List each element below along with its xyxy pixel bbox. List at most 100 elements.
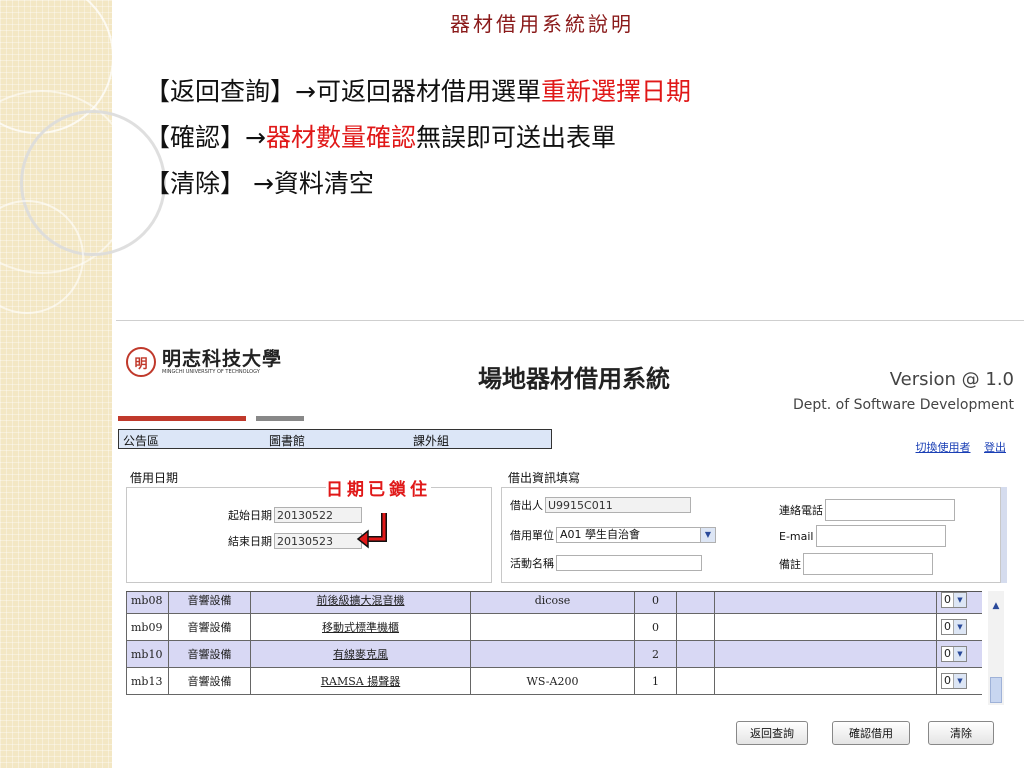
end-date-input[interactable] xyxy=(274,533,362,549)
system-screenshot: 明 明志科技大學 MINGCHI UNIVERSITY OF TECHNOLOG… xyxy=(116,320,1024,769)
logout-link[interactable]: 登出 xyxy=(984,441,1006,454)
item-name-link[interactable]: 有線麥克風 xyxy=(250,640,471,668)
equipment-table: mb08 音響設備 前後級擴大混音機 dicose 0 0 ▼ mb09 音響設備… xyxy=(126,591,982,706)
chevron-down-icon[interactable]: ▼ xyxy=(953,593,966,607)
item-model xyxy=(470,640,635,668)
unit-row: 借用單位 A01 學生自治會 ▼ xyxy=(510,527,716,543)
borrower-row: 借出人 xyxy=(510,497,691,513)
nav-item-library[interactable]: 圖書館 xyxy=(269,432,305,449)
email-input[interactable] xyxy=(815,525,946,547)
borrower-label: 借出人 xyxy=(510,499,543,512)
note-label: 備註 xyxy=(779,558,801,571)
item-id: mb10 xyxy=(126,640,169,668)
date-locked-annotation: 日期已鎖住 xyxy=(326,475,431,500)
activity-input[interactable] xyxy=(556,555,702,571)
item-name-link[interactable]: 移動式標準機櫃 xyxy=(250,613,471,641)
borrower-section-label: 借出資訊填寫 xyxy=(508,471,581,485)
instruction-text: 【清除】 →資料清空 xyxy=(145,169,374,198)
qty-value: 0 xyxy=(944,593,951,606)
item-name-link[interactable]: RAMSA 揚聲器 xyxy=(250,667,471,695)
scroll-thumb[interactable] xyxy=(990,677,1002,703)
table-cell xyxy=(714,667,937,695)
logo-text: 明志科技大學 MINGCHI UNIVERSITY OF TECHNOLOGY xyxy=(162,349,282,376)
switch-user-link[interactable]: 切換使用者 xyxy=(916,441,971,454)
table-cell xyxy=(676,640,715,668)
phone-input[interactable] xyxy=(825,499,955,521)
university-logo: 明 明志科技大學 MINGCHI UNIVERSITY OF TECHNOLOG… xyxy=(126,347,282,377)
version-label: Version @ 1.0 xyxy=(889,369,1014,390)
item-stock: 0 xyxy=(634,592,677,614)
table-row: mb08 音響設備 前後級擴大混音機 dicose 0 0 ▼ xyxy=(126,592,982,614)
item-id: mb09 xyxy=(126,613,169,641)
item-id: mb13 xyxy=(126,667,169,695)
end-date-row: 結束日期 xyxy=(228,533,362,549)
item-category: 音響設備 xyxy=(168,640,251,668)
table-cell xyxy=(676,667,715,695)
qty-cell: 0 ▼ xyxy=(936,613,982,641)
item-id: mb08 xyxy=(126,592,169,614)
item-category: 音響設備 xyxy=(168,613,251,641)
instruction-highlight: 器材數量確認 xyxy=(265,123,416,152)
table-cell xyxy=(714,592,937,614)
item-model xyxy=(470,613,635,641)
qty-select[interactable]: 0 ▼ xyxy=(941,619,967,635)
slide-title: 器材借用系統說明 xyxy=(450,12,634,36)
header-accent-bar xyxy=(256,416,304,421)
start-date-input[interactable] xyxy=(274,507,362,523)
clear-button[interactable]: 清除 xyxy=(928,721,994,745)
qty-value: 0 xyxy=(944,620,951,633)
instruction-text: 【確認】→ xyxy=(145,123,266,152)
chevron-down-icon[interactable]: ▼ xyxy=(953,674,966,688)
phone-row: 連絡電話 xyxy=(779,499,955,521)
return-arrow-icon xyxy=(356,513,387,549)
item-stock: 1 xyxy=(634,667,677,695)
system-title: 場地器材借用系統 xyxy=(478,365,670,393)
table-cell xyxy=(714,613,937,641)
scroll-up-icon[interactable]: ▲ xyxy=(989,599,1003,613)
university-emblem-icon: 明 xyxy=(126,347,156,377)
note-input[interactable] xyxy=(803,553,933,575)
start-date-row: 起始日期 xyxy=(228,507,362,523)
logo-name-en: MINGCHI UNIVERSITY OF TECHNOLOGY xyxy=(162,368,260,375)
note-row: 備註 xyxy=(779,553,933,575)
activity-row: 活動名稱 xyxy=(510,555,702,571)
start-date-label: 起始日期 xyxy=(228,509,272,522)
unit-selected-value: A01 學生自治會 xyxy=(560,528,641,541)
user-links: 切換使用者 登出 xyxy=(906,439,1007,455)
instruction-line-clear: 【清除】 →資料清空 xyxy=(145,164,374,200)
item-stock: 0 xyxy=(634,613,677,641)
instruction-line-confirm: 【確認】→器材數量確認無誤即可送出表單 xyxy=(145,118,616,154)
qty-select[interactable]: 0 ▼ xyxy=(941,592,967,608)
qty-select[interactable]: 0 ▼ xyxy=(941,646,967,662)
item-model: WS-A200 xyxy=(470,667,635,695)
instruction-text: 無誤即可送出表單 xyxy=(415,123,616,152)
qty-cell: 0 ▼ xyxy=(936,640,982,668)
table-row: mb09 音響設備 移動式標準機櫃 0 0 ▼ xyxy=(126,613,982,641)
instruction-highlight: 重新選擇日期 xyxy=(540,77,691,106)
nav-item-announcements[interactable]: 公告區 xyxy=(123,432,159,449)
instruction-line-back: 【返回查詢】→可返回器材借用選單重新選擇日期 xyxy=(145,72,691,108)
qty-value: 0 xyxy=(944,647,951,660)
unit-select[interactable]: A01 學生自治會 ▼ xyxy=(556,527,716,543)
back-to-query-button[interactable]: 返回查詢 xyxy=(736,721,808,745)
chevron-down-icon[interactable]: ▼ xyxy=(953,620,966,634)
table-scrollbar[interactable]: ▲ xyxy=(988,591,1004,705)
email-label: E-mail xyxy=(779,529,814,543)
qty-select[interactable]: 0 ▼ xyxy=(941,673,967,689)
end-date-label: 結束日期 xyxy=(228,535,272,548)
unit-label: 借用單位 xyxy=(510,529,554,542)
chevron-down-icon[interactable]: ▼ xyxy=(700,528,715,542)
item-name-link[interactable]: 前後級擴大混音機 xyxy=(250,592,471,614)
logo-name-zh: 明志科技大學 xyxy=(162,347,283,370)
email-row: E-mail xyxy=(779,525,946,547)
table-cell xyxy=(676,613,715,641)
item-model: dicose xyxy=(470,592,635,614)
table-row: mb10 音響設備 有線麥克風 2 0 ▼ xyxy=(126,640,982,668)
department-label: Dept. of Software Development xyxy=(792,397,1014,413)
nav-item-extracurricular[interactable]: 課外組 xyxy=(413,432,449,449)
activity-label: 活動名稱 xyxy=(510,557,554,570)
chevron-down-icon[interactable]: ▼ xyxy=(953,647,966,661)
confirm-borrow-button[interactable]: 確認借用 xyxy=(832,721,910,745)
borrower-input[interactable] xyxy=(545,497,691,513)
qty-cell: 0 ▼ xyxy=(936,667,982,695)
